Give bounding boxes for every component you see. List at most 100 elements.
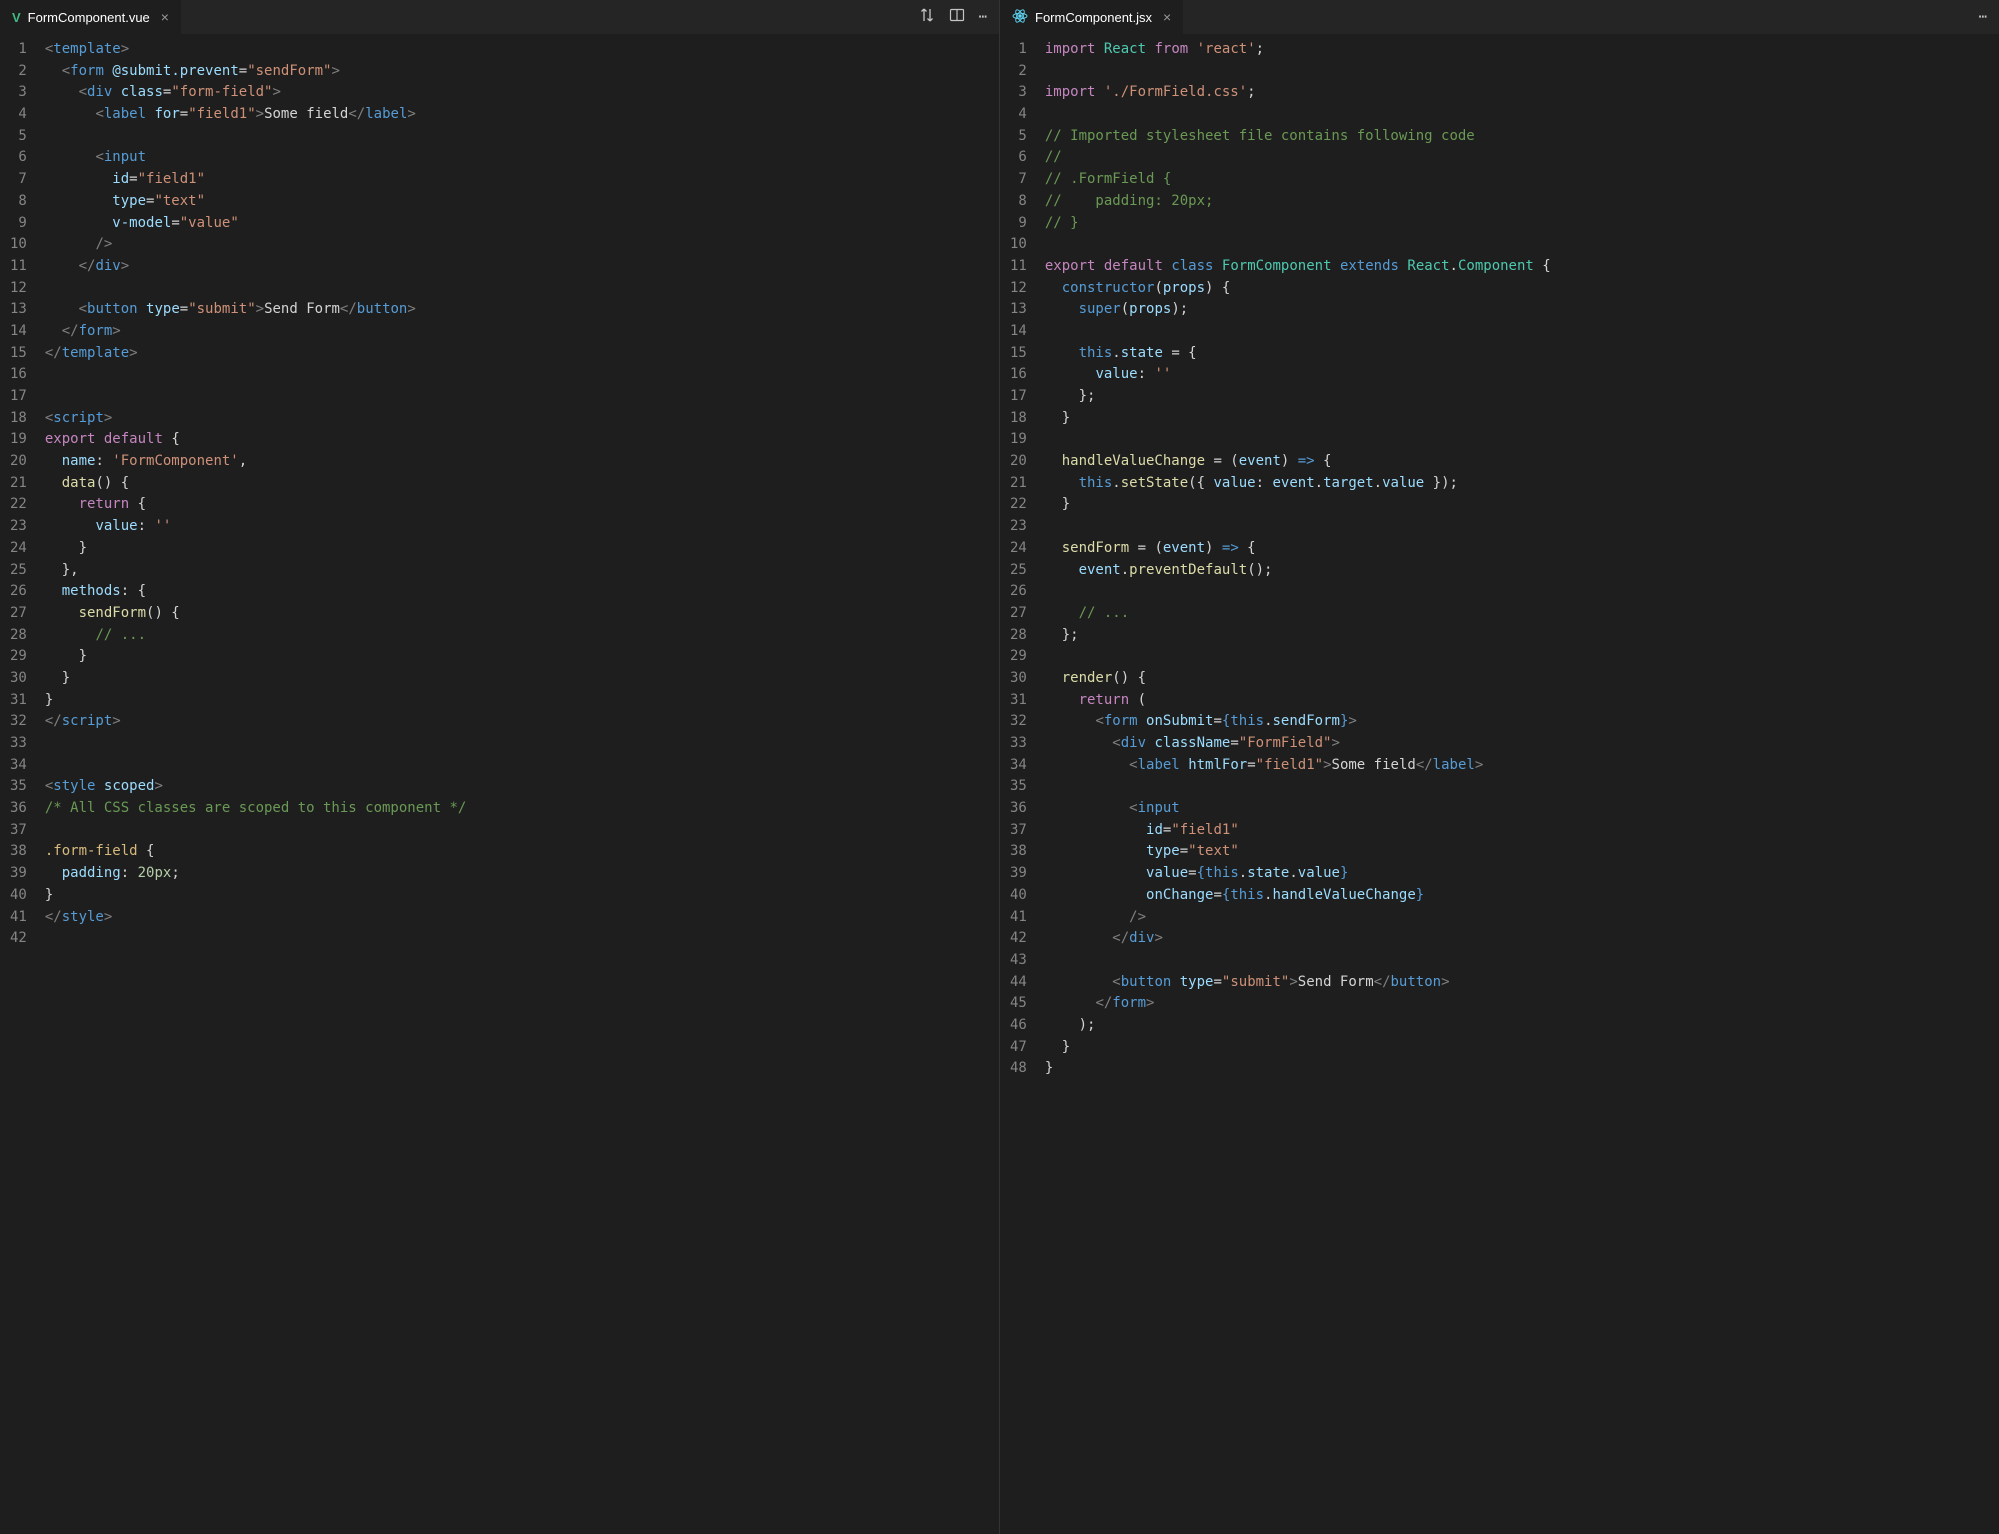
code-line[interactable]: } [1045,1037,1999,1059]
code-line[interactable]: <form onSubmit={this.sendForm}> [1045,711,1999,733]
code-line[interactable]: } [45,538,999,560]
code-line[interactable]: data() { [45,473,999,495]
code-line[interactable]: <input [1045,798,1999,820]
code-line[interactable]: <template> [45,39,999,61]
code-line[interactable]: // ... [1045,603,1999,625]
code-left[interactable]: <template> <form @submit.prevent="sendFo… [45,39,999,1534]
split-editor-icon[interactable] [949,7,965,27]
code-line[interactable]: sendForm() { [45,603,999,625]
code-line[interactable]: <input [45,147,999,169]
code-line[interactable]: onChange={this.handleValueChange} [1045,885,1999,907]
code-line[interactable]: }; [1045,386,1999,408]
more-icon[interactable]: ⋯ [1979,9,1987,25]
editor-left[interactable]: 1234567891011121314151617181920212223242… [0,35,999,1534]
code-line[interactable]: </template> [45,343,999,365]
code-line[interactable]: // Imported stylesheet file contains fol… [1045,126,1999,148]
code-line[interactable]: } [1045,1058,1999,1080]
code-line[interactable]: v-model="value" [45,213,999,235]
code-line[interactable]: return ( [1045,690,1999,712]
code-line[interactable]: <div class="form-field"> [45,82,999,104]
code-line[interactable] [1045,776,1999,798]
code-line[interactable]: <form @submit.prevent="sendForm"> [45,61,999,83]
code-line[interactable]: } [1045,494,1999,516]
code-line[interactable]: export default { [45,429,999,451]
code-line[interactable]: }; [1045,625,1999,647]
code-line[interactable]: // .FormField { [1045,169,1999,191]
code-line[interactable]: return { [45,494,999,516]
code-line[interactable]: render() { [1045,668,1999,690]
code-line[interactable]: </style> [45,907,999,929]
code-line[interactable]: padding: 20px; [45,863,999,885]
code-line[interactable]: }, [45,560,999,582]
code-line[interactable] [1045,104,1999,126]
code-line[interactable]: <label for="field1">Some field</label> [45,104,999,126]
code-line[interactable]: } [45,646,999,668]
code-line[interactable]: /> [1045,907,1999,929]
code-line[interactable]: </script> [45,711,999,733]
code-line[interactable]: </div> [1045,928,1999,950]
code-line[interactable]: } [45,885,999,907]
code-line[interactable]: .form-field { [45,841,999,863]
code-line[interactable]: </form> [1045,993,1999,1015]
code-line[interactable] [1045,646,1999,668]
code-line[interactable] [45,733,999,755]
code-line[interactable]: handleValueChange = (event) => { [1045,451,1999,473]
code-line[interactable]: value={this.state.value} [1045,863,1999,885]
compare-icon[interactable] [919,7,935,27]
code-line[interactable] [45,755,999,777]
code-line[interactable]: /* All CSS classes are scoped to this co… [45,798,999,820]
code-line[interactable]: <style scoped> [45,776,999,798]
code-line[interactable]: // padding: 20px; [1045,191,1999,213]
code-line[interactable] [1045,61,1999,83]
code-line[interactable]: <script> [45,408,999,430]
code-line[interactable]: import './FormField.css'; [1045,82,1999,104]
code-line[interactable]: // ... [45,625,999,647]
close-icon[interactable]: × [1163,9,1171,25]
close-icon[interactable]: × [161,9,169,25]
code-line[interactable] [45,928,999,950]
code-line[interactable] [1045,321,1999,343]
code-line[interactable]: name: 'FormComponent', [45,451,999,473]
code-line[interactable] [45,820,999,842]
code-line[interactable]: </form> [45,321,999,343]
code-line[interactable] [45,364,999,386]
code-line[interactable] [45,126,999,148]
code-line[interactable]: <label htmlFor="field1">Some field</labe… [1045,755,1999,777]
code-line[interactable] [1045,516,1999,538]
code-line[interactable]: id="field1" [45,169,999,191]
code-line[interactable] [1045,429,1999,451]
code-line[interactable]: <div className="FormField"> [1045,733,1999,755]
code-line[interactable] [1045,950,1999,972]
code-line[interactable] [1045,581,1999,603]
code-line[interactable]: constructor(props) { [1045,278,1999,300]
code-line[interactable]: sendForm = (event) => { [1045,538,1999,560]
tab-jsx-file[interactable]: FormComponent.jsx × [1000,0,1183,34]
code-line[interactable]: id="field1" [1045,820,1999,842]
code-line[interactable] [1045,234,1999,256]
code-line[interactable]: value: '' [1045,364,1999,386]
code-line[interactable]: // [1045,147,1999,169]
code-line[interactable] [45,386,999,408]
code-line[interactable]: // } [1045,213,1999,235]
editor-right[interactable]: 1234567891011121314151617181920212223242… [1000,35,1999,1534]
code-line[interactable]: </div> [45,256,999,278]
code-line[interactable]: } [45,690,999,712]
code-line[interactable]: } [1045,408,1999,430]
code-right[interactable]: import React from 'react'; import './Form… [1045,39,1999,1534]
code-line[interactable]: this.setState({ value: event.target.valu… [1045,473,1999,495]
tab-vue-file[interactable]: V FormComponent.vue × [0,0,181,34]
code-line[interactable]: event.preventDefault(); [1045,560,1999,582]
code-line[interactable]: /> [45,234,999,256]
code-line[interactable]: value: '' [45,516,999,538]
code-line[interactable]: <button type="submit">Send Form</button> [1045,972,1999,994]
code-line[interactable]: this.state = { [1045,343,1999,365]
more-icon[interactable]: ⋯ [979,9,987,25]
code-line[interactable]: super(props); [1045,299,1999,321]
code-line[interactable]: import React from 'react'; [1045,39,1999,61]
code-line[interactable] [45,278,999,300]
code-line[interactable]: export default class FormComponent exten… [1045,256,1999,278]
code-line[interactable]: ); [1045,1015,1999,1037]
code-line[interactable]: } [45,668,999,690]
code-line[interactable]: methods: { [45,581,999,603]
code-line[interactable]: type="text" [1045,841,1999,863]
